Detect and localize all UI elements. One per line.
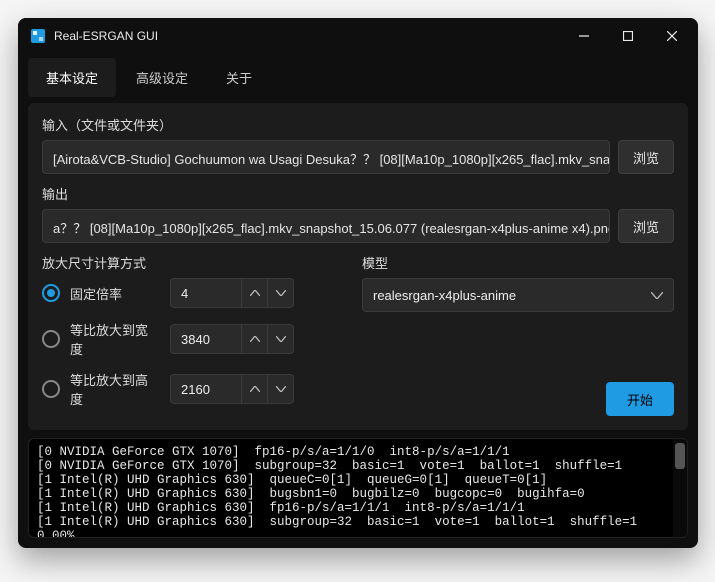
model-select[interactable]: realesrgan-x4plus-anime xyxy=(362,278,674,312)
console-output[interactable]: [0 NVIDIA GeForce GTX 1070] fp16-p/s/a=1… xyxy=(29,439,673,537)
scale-ratio-up[interactable] xyxy=(241,279,267,307)
chevron-up-icon xyxy=(250,290,260,296)
tabbar: 基本设定 高级设定 关于 xyxy=(18,54,698,97)
chevron-up-icon xyxy=(250,336,260,342)
scale-height-value[interactable]: 2160 xyxy=(171,375,241,403)
scale-width-up[interactable] xyxy=(241,325,267,353)
scale-ratio-radio[interactable] xyxy=(42,284,60,302)
scale-height-up[interactable] xyxy=(241,375,267,403)
scale-height-row: 等比放大到高度 2160 xyxy=(42,370,342,408)
console-scrollbar[interactable] xyxy=(673,439,687,537)
scale-width-row: 等比放大到宽度 3840 xyxy=(42,320,342,358)
scale-section-label: 放大尺寸计算方式 xyxy=(42,253,342,272)
scale-ratio-down[interactable] xyxy=(267,279,293,307)
chevron-down-icon xyxy=(276,290,286,296)
chevron-up-icon xyxy=(250,386,260,392)
scale-height-label: 等比放大到高度 xyxy=(70,370,160,408)
output-path-field[interactable]: a？？ [08][Ma10p_1080p][x265_flac].mkv_sna… xyxy=(42,209,610,243)
maximize-button[interactable] xyxy=(606,20,650,52)
input-path-field[interactable]: [Airota&VCB-Studio] Gochuumon wa Usagi D… xyxy=(42,140,610,174)
scale-ratio-label: 固定倍率 xyxy=(70,284,160,303)
tab-about[interactable]: 关于 xyxy=(208,58,270,97)
maximize-icon xyxy=(623,31,633,41)
scale-ratio-value[interactable]: 4 xyxy=(171,279,241,307)
scale-width-radio[interactable] xyxy=(42,330,60,348)
main-panel: 输入（文件或文件夹） [Airota&VCB-Studio] Gochuumon… xyxy=(28,103,688,430)
app-icon xyxy=(30,28,46,44)
input-label: 输入（文件或文件夹） xyxy=(42,115,674,134)
console-area: [0 NVIDIA GeForce GTX 1070] fp16-p/s/a=1… xyxy=(28,438,688,538)
scale-height-down[interactable] xyxy=(267,375,293,403)
scroll-thumb[interactable] xyxy=(675,443,685,469)
minimize-button[interactable] xyxy=(562,20,606,52)
titlebar: Real-ESRGAN GUI xyxy=(18,18,698,54)
close-button[interactable] xyxy=(650,20,694,52)
chevron-down-icon xyxy=(651,292,663,299)
output-browse-button[interactable]: 浏览 xyxy=(618,209,674,243)
close-icon xyxy=(667,31,677,41)
tab-basic[interactable]: 基本设定 xyxy=(28,58,116,97)
input-browse-button[interactable]: 浏览 xyxy=(618,140,674,174)
model-label: 模型 xyxy=(362,253,674,272)
window-title: Real-ESRGAN GUI xyxy=(54,29,562,43)
scale-width-spinner[interactable]: 3840 xyxy=(170,324,294,354)
tab-advanced[interactable]: 高级设定 xyxy=(118,58,206,97)
output-label: 输出 xyxy=(42,184,674,203)
chevron-down-icon xyxy=(276,336,286,342)
scale-width-value[interactable]: 3840 xyxy=(171,325,241,353)
scale-height-spinner[interactable]: 2160 xyxy=(170,374,294,404)
scale-width-label: 等比放大到宽度 xyxy=(70,320,160,358)
scale-ratio-row: 固定倍率 4 xyxy=(42,278,342,308)
app-window: Real-ESRGAN GUI 基本设定 高级设定 关于 输入（文件或文件夹） … xyxy=(18,18,698,548)
scale-width-down[interactable] xyxy=(267,325,293,353)
scale-ratio-spinner[interactable]: 4 xyxy=(170,278,294,308)
model-value: realesrgan-x4plus-anime xyxy=(373,288,516,303)
start-button[interactable]: 开始 xyxy=(606,382,674,416)
minimize-icon xyxy=(579,31,589,41)
chevron-down-icon xyxy=(276,386,286,392)
scale-height-radio[interactable] xyxy=(42,380,60,398)
